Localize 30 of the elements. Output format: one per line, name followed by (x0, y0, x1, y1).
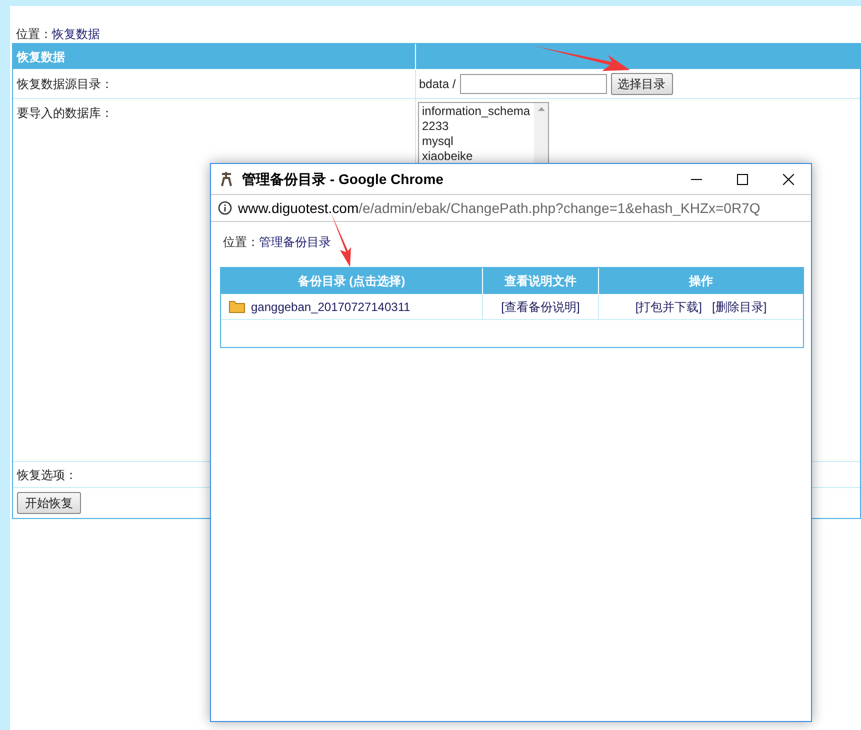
info-icon[interactable] (218, 201, 232, 215)
list-option[interactable]: information_schema (419, 104, 534, 119)
action-link[interactable]: [删除目录] (712, 298, 767, 316)
path-prefix: bdata / (419, 76, 456, 93)
scroll-up-icon[interactable] (538, 107, 544, 111)
view-readme-link[interactable]: [查看备份说明] (501, 298, 580, 316)
minimize-icon (690, 178, 702, 180)
address-bar[interactable]: www.diguotest.com/e/admin/ebak/ChangePath.php?change=1&ehash_KHZx=0R7Q (211, 194, 811, 222)
maximize-icon (736, 174, 748, 184)
action-link[interactable]: [打包并下载] (635, 298, 702, 316)
field-label: 恢复数据源目录： (13, 70, 416, 98)
list-option[interactable]: 2233 (419, 119, 534, 134)
table-header: 恢复数据 (13, 44, 416, 69)
url-host: www.diguotest.com (238, 198, 359, 218)
list-option[interactable]: mysql (419, 134, 534, 149)
directory-link[interactable]: ganggeban_20170727140311 (251, 298, 410, 316)
column-header: 备份目录 (点击选择) (221, 268, 483, 294)
app-icon (220, 171, 234, 187)
select-directory-button[interactable]: 选择目录 (610, 73, 673, 95)
column-header: 操作 (688, 273, 714, 290)
list-option[interactable]: xiaobeike (419, 149, 534, 164)
directory-input[interactable] (460, 74, 607, 94)
start-restore-button[interactable]: 开始恢复 (17, 492, 81, 514)
location-label: 位置： (16, 26, 52, 42)
location-link[interactable]: 恢复数据 (52, 24, 100, 42)
column-header: 查看说明文件 (483, 268, 599, 294)
folder-icon (229, 300, 245, 313)
location-link[interactable]: 管理备份目录 (259, 233, 331, 251)
close-icon (782, 174, 794, 184)
location-label: 位置： (223, 234, 259, 251)
